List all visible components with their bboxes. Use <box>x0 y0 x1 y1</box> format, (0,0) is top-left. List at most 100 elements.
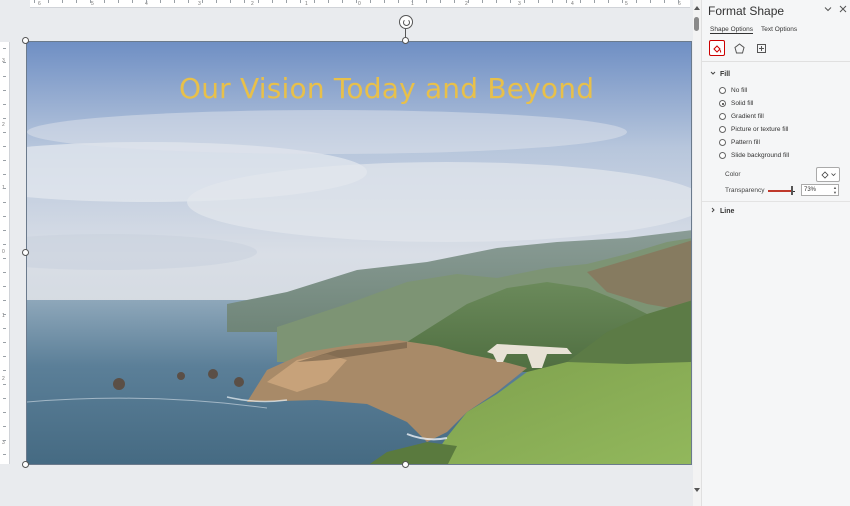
divider <box>702 61 850 62</box>
ruler-tick <box>3 132 6 133</box>
ruler-tick <box>482 0 483 3</box>
ruler-tick <box>160 0 161 3</box>
effects-icon[interactable] <box>731 40 747 56</box>
ruler-tick <box>62 0 63 3</box>
slide-title[interactable]: Our Vision Today and Beyond <box>27 72 691 105</box>
ruler-tick <box>3 300 6 301</box>
transparency-slider-fill <box>768 190 792 192</box>
ruler-tick <box>3 244 6 245</box>
resize-handle-bottom-left[interactable] <box>22 461 29 468</box>
pane-tabs: Shape Options Text Options <box>710 26 797 34</box>
ruler-number: 3 <box>2 58 5 64</box>
radio-label: No fill <box>731 87 748 94</box>
ruler-tick <box>3 62 6 63</box>
horizontal-ruler: 6543210123456 <box>30 0 690 8</box>
ruler-tick <box>342 0 343 3</box>
ruler-tick <box>3 104 6 105</box>
tab-text-options[interactable]: Text Options <box>761 26 797 34</box>
ruler-tick <box>636 0 637 3</box>
ruler-tick <box>468 0 469 3</box>
size-properties-icon[interactable] <box>753 40 769 56</box>
resize-handle-top-middle[interactable] <box>402 37 409 44</box>
color-picker-button[interactable] <box>816 167 840 182</box>
radio-gradient-fill[interactable]: Gradient fill <box>719 113 764 120</box>
slide-canvas: 6543210123456 3210123 <box>0 0 693 506</box>
transparency-input[interactable]: 73% ▲ ▼ <box>801 184 839 196</box>
ruler-number: 5 <box>91 1 94 7</box>
radio-button[interactable] <box>719 139 726 146</box>
ruler-tick <box>3 188 6 189</box>
close-icon[interactable] <box>839 5 847 15</box>
radio-button[interactable] <box>719 152 726 159</box>
ruler-tick <box>3 48 6 49</box>
ruler-tick <box>3 146 6 147</box>
transparency-value[interactable]: 73% <box>804 187 816 193</box>
ruler-tick <box>104 0 105 3</box>
spin-arrows-icon[interactable]: ▲ ▼ <box>833 185 837 195</box>
radio-label: Slide background fill <box>731 152 790 159</box>
resize-handle-middle-left[interactable] <box>22 249 29 256</box>
ruler-tick <box>34 0 35 3</box>
chevron-down-icon[interactable] <box>824 5 832 15</box>
radio-button[interactable] <box>719 113 726 120</box>
ruler-tick <box>188 0 189 3</box>
ruler-tick <box>328 0 329 3</box>
ruler-tick <box>90 0 91 3</box>
fill-line-icon[interactable] <box>709 40 725 56</box>
ruler-tick <box>608 0 609 3</box>
transparency-slider-knob[interactable] <box>791 186 793 195</box>
ruler-tick <box>3 412 6 413</box>
ruler-number: 3 <box>518 1 521 7</box>
radio-button[interactable] <box>719 126 726 133</box>
fill-section-header[interactable]: Fill <box>710 70 730 78</box>
radio-slide-background-fill[interactable]: Slide background fill <box>719 152 789 159</box>
radio-button[interactable] <box>719 87 726 94</box>
resize-handle-bottom-middle[interactable] <box>402 461 409 468</box>
ruler-tick <box>146 0 147 3</box>
ruler-tick <box>454 0 455 3</box>
radio-no-fill[interactable]: No fill <box>719 87 747 94</box>
slide-image[interactable]: Our Vision Today and Beyond <box>26 41 692 465</box>
ruler-tick <box>3 356 6 357</box>
ruler-tick <box>384 0 385 3</box>
ruler-tick <box>76 0 77 3</box>
ruler-tick <box>3 174 6 175</box>
ruler-tick <box>3 286 6 287</box>
radio-label: Solid fill <box>731 100 754 107</box>
scroll-up-arrow-icon[interactable] <box>694 6 700 10</box>
ruler-tick <box>426 0 427 3</box>
radio-pattern-fill[interactable]: Pattern fill <box>719 139 760 146</box>
scroll-thumb[interactable] <box>694 17 699 31</box>
vertical-scrollbar[interactable] <box>693 0 701 506</box>
ruler-tick <box>286 0 287 3</box>
ruler-tick <box>300 0 301 3</box>
scroll-down-arrow-icon[interactable] <box>694 488 700 492</box>
ruler-number: 0 <box>2 249 5 255</box>
radio-label: Gradient fill <box>731 113 764 120</box>
radio-solid-fill[interactable]: Solid fill <box>719 100 753 107</box>
transparency-label: Transparency <box>725 187 765 194</box>
rotate-handle[interactable] <box>399 15 413 29</box>
ruler-tick <box>678 0 679 3</box>
line-section-header[interactable]: Line <box>710 207 734 215</box>
line-section-label: Line <box>720 207 735 215</box>
ruler-tick <box>3 90 6 91</box>
radio-picture-fill[interactable]: Picture or texture fill <box>719 126 788 133</box>
radio-button[interactable] <box>719 100 726 107</box>
chevron-down-icon <box>830 173 836 177</box>
ruler-number: 3 <box>198 1 201 7</box>
ruler-number: 6 <box>38 1 41 7</box>
ruler-tick <box>3 342 6 343</box>
ruler-tick <box>3 440 6 441</box>
resize-handle-top-left[interactable] <box>22 37 29 44</box>
ruler-tick <box>650 0 651 3</box>
tab-shape-options[interactable]: Shape Options <box>710 26 754 34</box>
ruler-tick <box>3 328 6 329</box>
ruler-number: 2 <box>2 376 5 382</box>
ruler-tick <box>3 118 6 119</box>
ruler-tick <box>552 0 553 3</box>
ruler-tick <box>216 0 217 3</box>
ruler-tick <box>622 0 623 3</box>
color-label: Color <box>725 171 741 178</box>
ruler-number: 5 <box>625 1 628 7</box>
